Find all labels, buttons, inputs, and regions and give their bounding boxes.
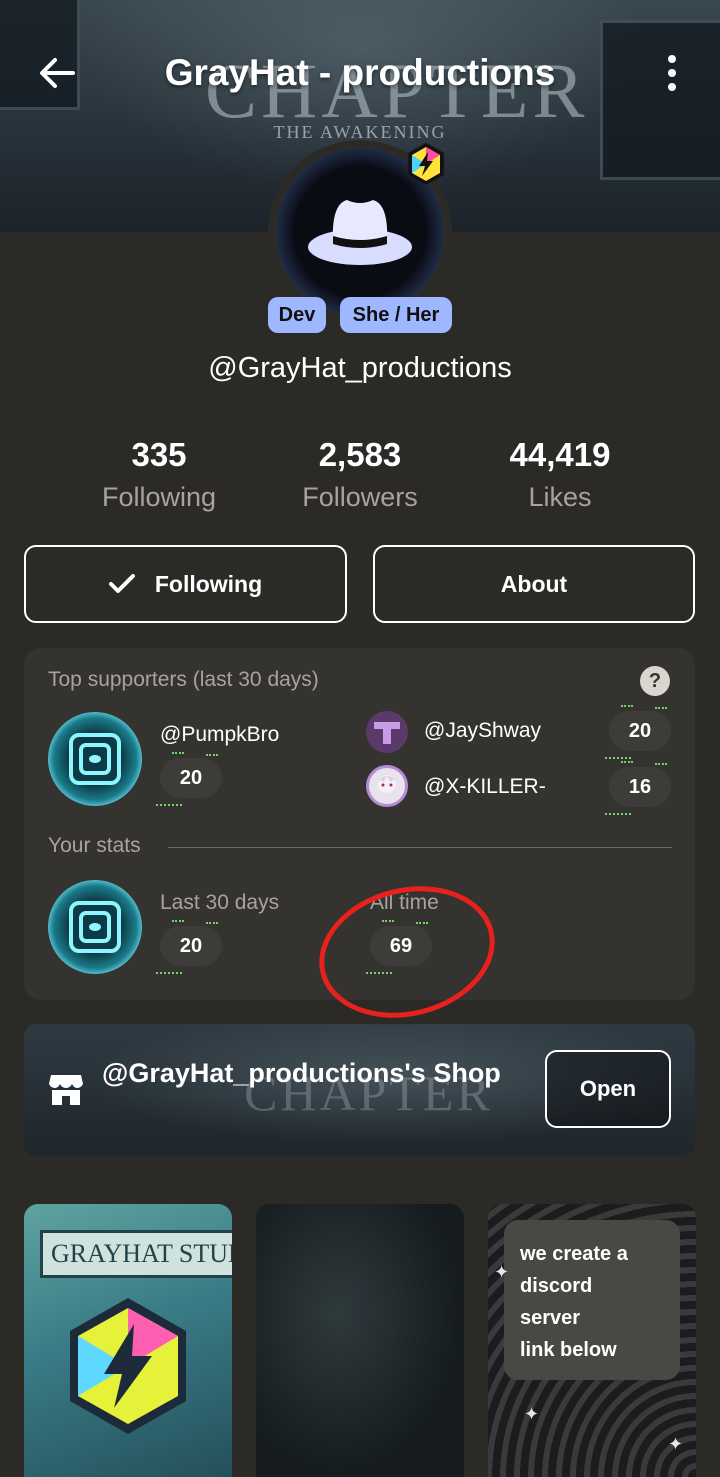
help-icon[interactable]: ?: [640, 666, 670, 696]
stat-followers[interactable]: 2,583 Followers: [270, 436, 450, 513]
your-avatar: [48, 880, 142, 974]
page-title: GrayHat - productions: [164, 52, 556, 93]
stat-value: 44,419: [509, 436, 611, 473]
last-30-days-label: Last 30 days: [160, 891, 280, 914]
sparkle-icon: ✦: [494, 1262, 510, 1282]
supporters-title: Top supporters (last 30 days): [48, 668, 319, 691]
supporter-avatar[interactable]: [366, 765, 408, 807]
supporter-count: 16: [605, 761, 671, 815]
banner-window: [600, 20, 720, 180]
maze-icon: [69, 733, 121, 785]
post-thumbnail[interactable]: GRAYHAT STUDIO: [24, 1204, 232, 1477]
post-thumbnail[interactable]: we create a discord server link below ✦ …: [488, 1204, 696, 1477]
supporter-name[interactable]: @X-KILLER-: [424, 775, 546, 799]
lightning-hex-logo-icon: [70, 1298, 186, 1434]
sparkle-icon: ✦: [668, 1434, 684, 1454]
shop-open-label: Open: [579, 1076, 637, 1101]
post-text: we create a discord server link below: [520, 1243, 628, 1361]
supporter-count: 20: [605, 705, 671, 759]
role-tag: Dev: [268, 297, 326, 333]
following-button-label: Following: [154, 570, 263, 597]
post-thumbnail[interactable]: [256, 1204, 464, 1477]
shop-banner[interactable]: CHAPTER @GrayHat_productions's Shop Open: [24, 1024, 695, 1156]
maze-icon: [69, 901, 121, 953]
stat-likes[interactable]: 44,419 Likes: [470, 436, 650, 513]
stat-value: 2,583: [318, 436, 402, 473]
about-button-label: About: [500, 570, 568, 597]
stat-value: 335: [131, 436, 187, 473]
hat-icon: [308, 200, 412, 265]
stat-following[interactable]: 335 Following: [69, 436, 249, 513]
more-options-button[interactable]: [652, 52, 692, 94]
supporter-count: 20: [156, 752, 222, 806]
about-button[interactable]: About: [373, 545, 695, 623]
divider: [168, 847, 672, 848]
letter-t-avatar-icon: [374, 722, 400, 744]
shop-title: @GrayHat_productions's Shop: [102, 1058, 501, 1088]
store-icon: [49, 1075, 83, 1105]
stat-label: Following: [101, 482, 217, 512]
lightning-hex-badge-icon: [407, 142, 445, 186]
sparkle-icon: ✦: [524, 1404, 540, 1424]
checkmark-icon: [108, 574, 135, 593]
anime-avatar-icon: [377, 775, 397, 793]
post-text-card: we create a discord server link below: [504, 1220, 680, 1380]
supporter-avatar[interactable]: [366, 711, 408, 753]
last-30-days-count: 20: [156, 920, 222, 974]
profile-handle: @GrayHat_productions: [208, 352, 512, 384]
supporter-name[interactable]: @JayShway: [424, 719, 541, 743]
following-button[interactable]: Following: [24, 545, 347, 623]
your-stats-label: Your stats: [48, 834, 141, 857]
shop-open-button[interactable]: Open: [545, 1050, 671, 1128]
stat-label: Likes: [528, 482, 592, 512]
post-banner-art: GRAYHAT STUDIO: [40, 1230, 232, 1278]
stat-label: Followers: [302, 482, 418, 512]
more-vertical-icon: [668, 55, 676, 63]
pronoun-tag: She / Her: [340, 297, 452, 333]
supporter-name[interactable]: @PumpkBro: [160, 723, 279, 747]
supporter-avatar[interactable]: [48, 712, 142, 806]
